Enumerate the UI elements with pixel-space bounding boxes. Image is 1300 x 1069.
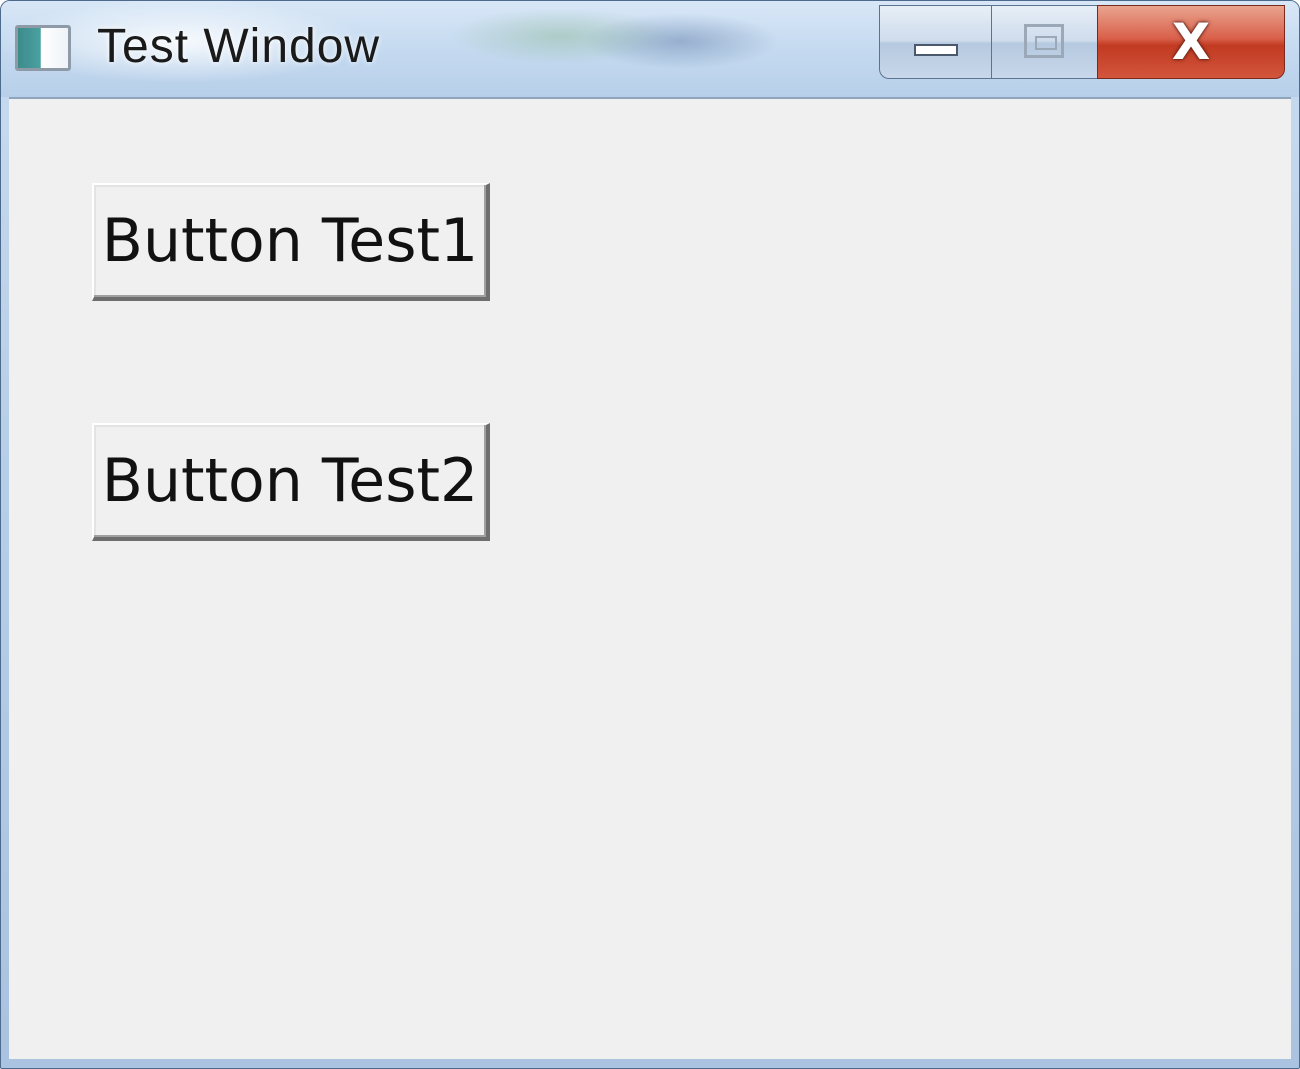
- close-button[interactable]: X: [1097, 5, 1285, 79]
- window-title: Test Window: [97, 20, 381, 73]
- button-test1[interactable]: Button Test1: [92, 183, 490, 301]
- close-icon: X: [1171, 13, 1211, 71]
- minimize-icon: [914, 44, 958, 56]
- maximize-button[interactable]: [991, 5, 1097, 79]
- title-bar[interactable]: Test Window X: [1, 1, 1299, 97]
- maximize-icon: [1024, 24, 1064, 58]
- app-window-icon[interactable]: [15, 25, 71, 71]
- test-window: Test Window X Button Test1 Button Test2: [0, 0, 1300, 1069]
- minimize-button[interactable]: [879, 5, 991, 79]
- caption-buttons: X: [879, 5, 1285, 79]
- button-test2[interactable]: Button Test2: [92, 423, 490, 541]
- client-area: Button Test1 Button Test2: [9, 97, 1291, 1059]
